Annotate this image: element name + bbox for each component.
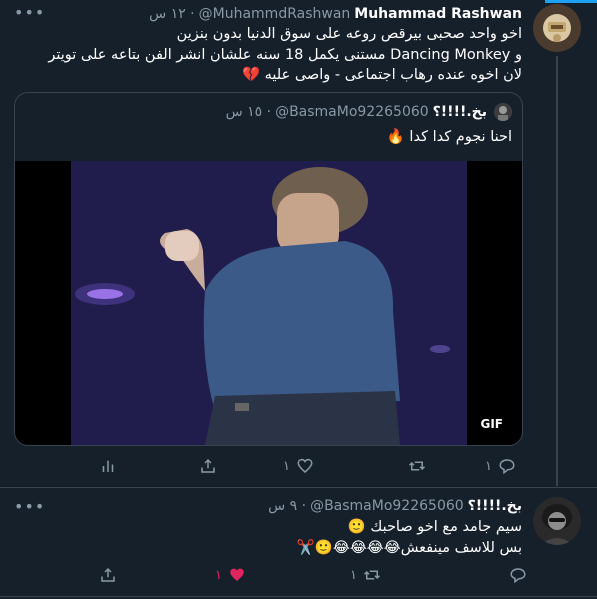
tweet1-handle[interactable]: @MuhammdRashwan xyxy=(199,6,351,22)
tweet2-retweet-button[interactable]: ١ xyxy=(350,566,381,584)
quote-text: احنا نجوم كدا كدا 🔥 xyxy=(386,129,512,145)
heart-filled-icon xyxy=(230,568,244,581)
tweet2-body: سيم جامد مع اخو صاحبك 🙂 بس للاسف مينفعش😂… xyxy=(62,517,522,558)
bottom-separator xyxy=(0,596,597,597)
gif-badge: GIF xyxy=(475,415,508,433)
tweet2-reply-button[interactable] xyxy=(503,566,527,584)
tweet1-like-count: ١ xyxy=(283,458,290,474)
tweet2-retweet-count: ١ xyxy=(350,567,357,583)
tweet2-more-options-icon[interactable]: ••• xyxy=(14,497,45,516)
tweet2-share-button[interactable] xyxy=(99,566,117,584)
tweet1-like-button[interactable]: ١ xyxy=(283,457,314,475)
reply-icon xyxy=(499,459,515,475)
tweet1-author-name[interactable]: Muhammad Rashwan xyxy=(354,6,522,22)
tweet1-share-button[interactable] xyxy=(199,457,217,475)
gif-media[interactable]: GIF xyxy=(15,161,522,445)
avatar-muhammad-rashwan[interactable] xyxy=(533,4,581,52)
tweet1-header: · ١٢ س @MuhammdRashwan Muhammad Rashwan xyxy=(102,4,522,24)
tweet1-analytics-button[interactable] xyxy=(99,457,117,475)
analytics-icon xyxy=(102,460,114,472)
thread-line xyxy=(556,56,558,486)
avatar-basma[interactable] xyxy=(533,497,581,545)
share-icon xyxy=(101,567,115,582)
tweet2-time[interactable]: · ٩ س xyxy=(268,498,306,514)
tweet1-body: اخو واحد صحبى بيرقص روعه على سوق الدنيا … xyxy=(32,24,522,86)
tweet2-header: · ٩ س @BasmaMo92265060 بخ.!!!!؟ xyxy=(268,498,522,514)
quote-time: · ١٥ س xyxy=(225,104,272,120)
quote-author-name: بخ.!!!!؟ xyxy=(432,104,487,120)
tweet1-line: لان اخوه عنده رهاب اجتماعى - واصى عليه 💔 xyxy=(241,67,522,83)
reply-icon xyxy=(510,568,526,584)
tweet1-reply-button[interactable]: ١ xyxy=(485,457,516,475)
heart-icon xyxy=(297,458,313,473)
share-icon xyxy=(201,458,215,473)
retweet-icon xyxy=(363,570,381,580)
tweet2-line: بس للاسف مينفعش😂😂😂😂🙂✂️ xyxy=(296,539,522,556)
tweet1-line: و Dancing Monkey مستنى يكمل 18 سنه علشان… xyxy=(48,46,522,63)
tweet2-author-name[interactable]: بخ.!!!!؟ xyxy=(468,498,522,514)
quoted-tweet-card[interactable]: · ١٥ س @BasmaMo92265060 بخ.!!!!؟ احنا نج… xyxy=(14,92,523,446)
tweet1-retweet-button[interactable] xyxy=(402,457,426,475)
gif-badge-label: GIF xyxy=(480,417,503,431)
quote-header: · ١٥ س @BasmaMo92265060 بخ.!!!!؟ xyxy=(226,103,512,121)
tweet1-line: اخو واحد صحبى بيرقص روعه على سوق الدنيا … xyxy=(176,26,522,42)
more-options-icon[interactable]: ••• xyxy=(14,3,45,22)
tweet1-reply-count: ١ xyxy=(485,458,492,474)
quote-avatar xyxy=(494,103,512,121)
tweet2-like-count: ١ xyxy=(215,567,222,583)
tweet2-like-button[interactable]: ١ xyxy=(215,566,246,584)
tweet2-handle[interactable]: @BasmaMo92265060 xyxy=(310,498,464,514)
top-accent-bar xyxy=(545,0,597,3)
tweet1-time[interactable]: · ١٢ س xyxy=(149,6,195,22)
tweet-separator xyxy=(0,487,597,488)
tweet2-line: سيم جامد مع اخو صاحبك 🙂 xyxy=(347,519,522,535)
retweet-icon xyxy=(408,461,426,471)
quote-handle: @BasmaMo92265060 xyxy=(275,104,429,120)
